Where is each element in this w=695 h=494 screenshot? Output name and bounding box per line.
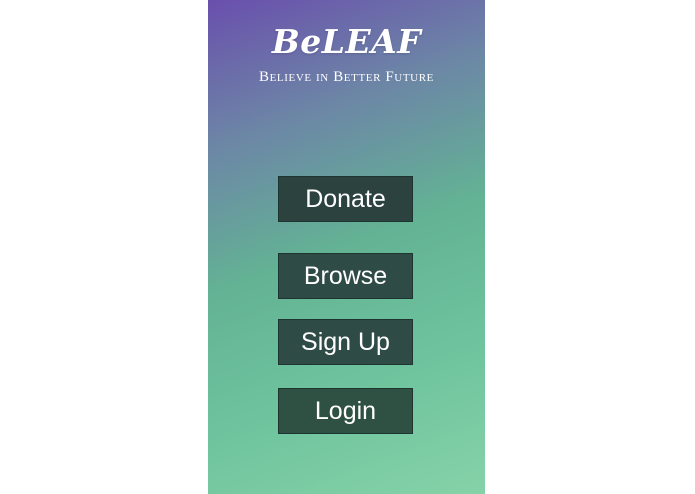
app-tagline: Believe in Better Future — [259, 69, 434, 85]
login-button[interactable]: Login — [278, 388, 413, 434]
browse-button[interactable]: Browse — [278, 253, 413, 299]
donate-button[interactable]: Donate — [278, 176, 413, 222]
sign-up-button[interactable]: Sign Up — [278, 319, 413, 365]
app-title: BeLEAF — [271, 22, 422, 61]
app-screen: BeLEAF Believe in Better Future Donate B… — [208, 0, 485, 494]
